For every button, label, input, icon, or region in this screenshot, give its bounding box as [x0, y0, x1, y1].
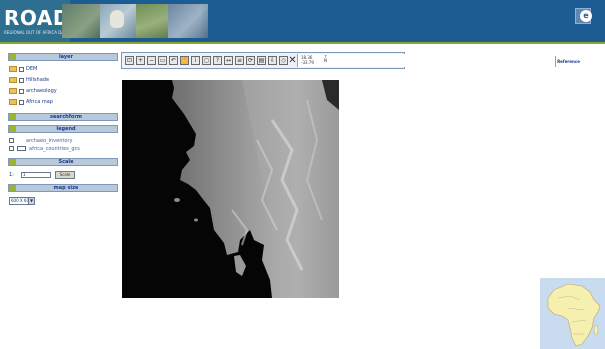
layer-label: DEM	[26, 66, 38, 72]
layer-checkbox[interactable]	[19, 99, 24, 105]
legend-checkbox[interactable]	[9, 138, 14, 143]
header-accent-strip	[0, 42, 605, 44]
layer-label: Africa map	[26, 99, 53, 105]
layer-checkbox[interactable]	[19, 66, 24, 72]
zoom-full-icon[interactable]: ⊡	[125, 56, 134, 65]
layer-item-hillshade[interactable]: Hillshade	[9, 76, 49, 84]
panel-marker	[9, 114, 16, 120]
layer-checkbox[interactable]	[19, 77, 24, 83]
scale-panel-header[interactable]: Scale	[8, 158, 118, 166]
layer-label: archaeology	[26, 88, 57, 94]
layer-item-africa-map[interactable]: Africa map	[9, 98, 53, 106]
pan-hand-icon[interactable]: ✋	[180, 56, 189, 65]
legend-header-label: legend	[56, 126, 76, 132]
layer-panel-header[interactable]: layer	[8, 53, 118, 61]
globe-icon[interactable]: e	[575, 8, 592, 24]
zoom-in-icon[interactable]: +	[136, 56, 145, 65]
layer-label: Hillshade	[26, 77, 50, 83]
scale-input[interactable]: 1	[21, 172, 51, 178]
header-photo-vegetation	[136, 4, 170, 38]
folder-icon[interactable]	[9, 88, 17, 94]
folder-icon[interactable]	[9, 99, 17, 105]
panel-marker	[9, 159, 16, 165]
legend-label: africa_countries_gcs	[29, 146, 80, 152]
coordinate-display: 18.36 -33.79 ↑ N Reference	[297, 54, 580, 67]
panel-marker	[9, 126, 16, 132]
scale-row: 1: 1 Scale	[9, 171, 75, 179]
measure-icon[interactable]: ↔	[224, 56, 233, 65]
chevron-down-icon[interactable]: ▼	[28, 198, 34, 204]
zoom-back-icon[interactable]: ↶	[169, 56, 178, 65]
legend-label: archaeo_inventory	[26, 138, 73, 144]
identify-icon[interactable]: i	[191, 56, 200, 65]
header-photo-skull	[100, 4, 136, 38]
africa-overview-image	[540, 278, 605, 349]
logo-title: ROAD	[4, 6, 70, 30]
select-icon[interactable]: ◻	[202, 56, 211, 65]
layer-item-dem[interactable]: DEM	[9, 65, 37, 73]
help-icon[interactable]: ◇	[279, 56, 288, 65]
legend-item-archaeo-inventory[interactable]: archaeo_inventory	[9, 137, 72, 145]
map-toolbar: ⊡ + − ▭ ↶ ✋ i ◻ ? ↔ ≡ ⟳ ▤ ⇩ ◇ ✕ 18.36 -3…	[121, 52, 580, 69]
layer-checkbox[interactable]	[19, 88, 24, 94]
query-icon[interactable]: ?	[213, 56, 222, 65]
mapsize-panel-header[interactable]: map size	[8, 184, 118, 192]
coordinate-latitude: -33.79	[301, 60, 314, 65]
overview-map[interactable]	[540, 278, 605, 349]
road-logo[interactable]: ROAD REGIONAL OUT OF AFRICA DATABASE	[0, 0, 79, 42]
legend-panel-header[interactable]: legend	[8, 125, 118, 133]
refresh-icon[interactable]: ⟳	[246, 56, 255, 65]
legend-item-africa-countries[interactable]: africa_countries_gcs	[9, 145, 80, 153]
scale-header-label: Scale	[58, 159, 74, 165]
searchform-header-label: searchform	[49, 114, 83, 120]
hillshade-map-image	[122, 80, 339, 298]
north-arrow-icon: ↑ N	[324, 54, 328, 63]
header-fade	[200, 0, 240, 42]
zoom-box-icon[interactable]: ▭	[158, 56, 167, 65]
panel-marker	[9, 54, 16, 60]
north-label: N	[324, 58, 327, 63]
header-banner: ROAD REGIONAL OUT OF AFRICA DATABASE e	[0, 0, 605, 42]
skull-image	[110, 10, 124, 28]
main-map-canvas[interactable]	[122, 80, 339, 298]
header-photo-landscape	[62, 4, 102, 38]
layer-item-archaeology[interactable]: archaeology	[9, 87, 57, 95]
mapsize-select[interactable]: 600 X 600 ▼	[9, 197, 35, 205]
scale-button[interactable]: Scale	[55, 171, 75, 179]
clear-icon[interactable]: ✕	[288, 56, 297, 66]
searchform-panel-header[interactable]: searchform	[8, 113, 118, 121]
folder-icon[interactable]	[9, 77, 17, 83]
layer-icon[interactable]: ≡	[235, 56, 244, 65]
zoom-out-icon[interactable]: −	[147, 56, 156, 65]
folder-icon[interactable]	[9, 66, 17, 72]
export-icon[interactable]: ⇩	[268, 56, 277, 65]
reference-button[interactable]: Reference	[555, 56, 581, 67]
scale-prefix: 1:	[9, 172, 14, 178]
legend-swatch	[17, 146, 26, 151]
panel-marker	[9, 185, 16, 191]
layer-header-label: layer	[58, 54, 74, 60]
print-icon[interactable]: ▤	[257, 56, 266, 65]
legend-checkbox[interactable]	[9, 146, 14, 151]
mapsize-header-label: map size	[53, 185, 79, 191]
